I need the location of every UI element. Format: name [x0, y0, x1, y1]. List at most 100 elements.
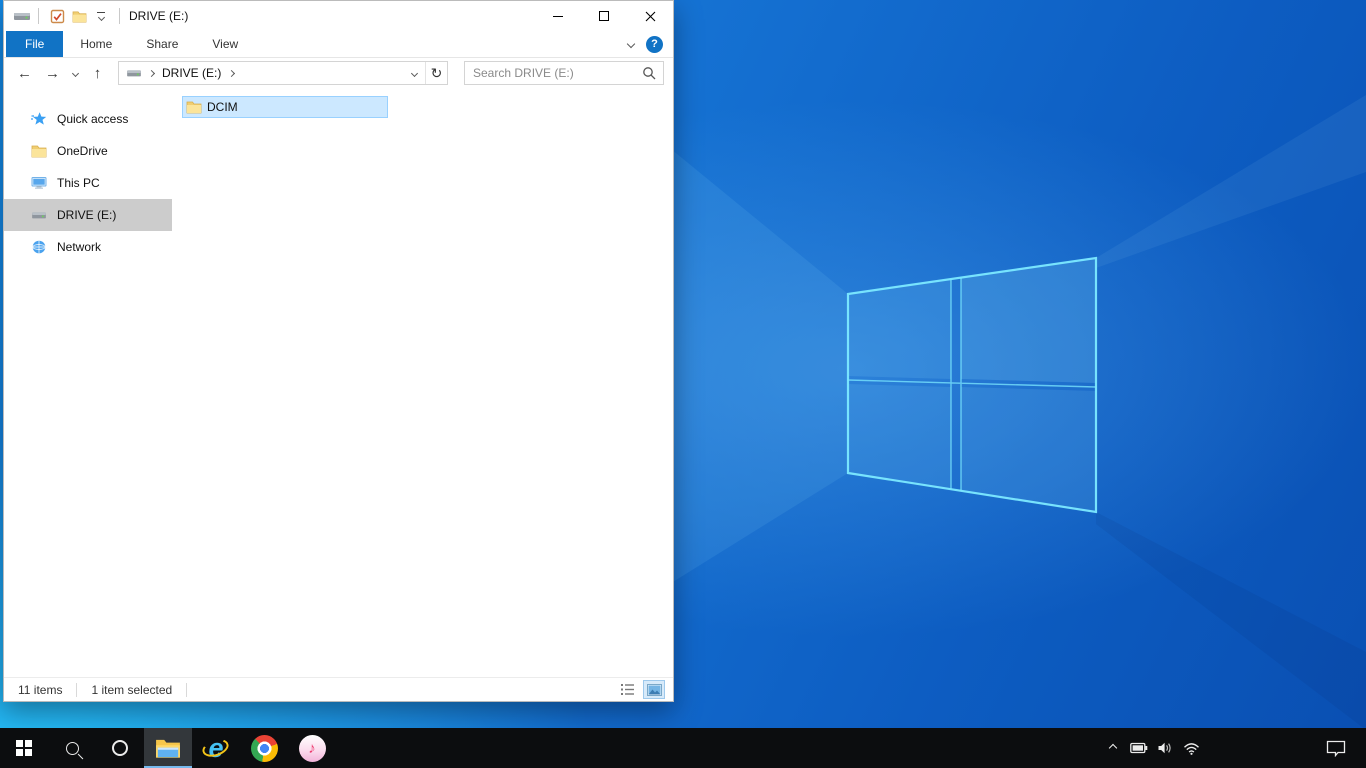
desktop: DRIVE (E:) File Home Share View ? ← → ↑ …: [0, 0, 1366, 768]
sidebar-item-onedrive[interactable]: OneDrive: [4, 135, 172, 167]
breadcrumb-chevron[interactable]: [147, 69, 156, 77]
internet-explorer-icon: e: [200, 734, 231, 762]
details-view-button[interactable]: [616, 680, 638, 699]
taskbar-chrome-button[interactable]: [240, 728, 288, 768]
chevron-down-icon: [410, 69, 418, 77]
up-button[interactable]: ↑: [85, 61, 110, 85]
status-separator: [186, 682, 188, 697]
battery-tray-button[interactable]: [1126, 728, 1152, 768]
window-controls: [535, 1, 673, 31]
titlebar-separator: [119, 8, 120, 24]
windows-logo-icon: [16, 740, 32, 756]
wifi-icon: [1183, 741, 1200, 755]
sidebar-item-network[interactable]: Network: [4, 231, 172, 263]
taskbar-file-explorer-button[interactable]: [144, 728, 192, 768]
drive-icon: [13, 9, 31, 23]
maximize-button[interactable]: [581, 1, 627, 31]
details-view-icon: [620, 683, 635, 696]
taskbar-itunes-button[interactable]: ♪: [288, 728, 336, 768]
chevron-down-icon: [71, 69, 79, 77]
selection-count: 1 item selected: [91, 682, 173, 697]
sidebar-item-drive-e[interactable]: DRIVE (E:): [4, 199, 172, 231]
close-icon: [645, 11, 656, 22]
sidebar-item-label: Network: [57, 240, 102, 254]
help-button[interactable]: ?: [646, 35, 663, 53]
search-icon: [65, 741, 79, 755]
file-explorer-icon: [155, 737, 181, 759]
system-tray: [1100, 728, 1366, 768]
taskbar: e ♪: [0, 728, 1366, 768]
show-hidden-icons-button[interactable]: [1100, 728, 1126, 768]
close-button[interactable]: [627, 1, 673, 31]
qat-properties-button[interactable]: [46, 4, 68, 28]
search-input[interactable]: [465, 66, 642, 80]
chevron-right-icon: [228, 69, 236, 77]
tab-home[interactable]: Home: [63, 31, 129, 57]
view-toggles: [616, 680, 665, 699]
chevron-up-icon: [1108, 743, 1118, 753]
title-bar: DRIVE (E:): [4, 1, 673, 31]
minimize-button[interactable]: [535, 1, 581, 31]
qat-new-folder-button[interactable]: [68, 4, 90, 28]
expand-ribbon-button[interactable]: [626, 39, 636, 49]
minimize-icon: [553, 15, 563, 17]
sidebar-item-this-pc[interactable]: This PC: [4, 167, 172, 199]
refresh-button[interactable]: ↻: [425, 62, 447, 84]
start-button[interactable]: [0, 728, 48, 768]
ribbon-tab-bar: File Home Share View ?: [4, 31, 673, 58]
qat-customize-chevron[interactable]: [90, 4, 112, 28]
tab-file[interactable]: File: [6, 31, 64, 57]
network-globe-icon: [31, 239, 47, 255]
cortana-icon: [112, 740, 128, 756]
properties-check-icon: [50, 9, 65, 24]
volume-tray-button[interactable]: [1152, 728, 1178, 768]
back-button[interactable]: ←: [12, 61, 37, 85]
forward-button[interactable]: →: [40, 61, 65, 85]
ribbon-right-controls: ?: [626, 31, 663, 57]
quick-access-star-icon: [31, 111, 47, 127]
breadcrumb-chevron[interactable]: [227, 69, 236, 77]
window-body: Quick access OneDrive This PC DRIVE (E:)…: [4, 88, 673, 677]
address-dropdown-button[interactable]: [403, 62, 425, 84]
maximize-icon: [599, 11, 609, 21]
navigation-pane: Quick access OneDrive This PC DRIVE (E:)…: [4, 88, 172, 677]
chevron-down-icon: [626, 39, 636, 49]
sidebar-item-label: DRIVE (E:): [57, 208, 117, 222]
thumbnail-view-button[interactable]: [643, 680, 665, 699]
speaker-icon: [1157, 741, 1173, 755]
search-icon[interactable]: [642, 66, 656, 80]
sidebar-item-label: This PC: [57, 176, 100, 190]
tab-view[interactable]: View: [195, 31, 255, 57]
taskbar-search-button[interactable]: [48, 728, 96, 768]
action-center-button[interactable]: [1312, 728, 1360, 768]
file-list: DCIM: [172, 88, 673, 677]
status-bar: 11 items 1 item selected: [4, 677, 673, 701]
action-center-icon: [1326, 740, 1346, 757]
itunes-icon: ♪: [298, 734, 326, 762]
monitor-icon: [31, 175, 47, 191]
cortana-button[interactable]: [96, 728, 144, 768]
sidebar-item-quick-access[interactable]: Quick access: [4, 103, 172, 135]
sidebar-item-label: Quick access: [57, 112, 129, 126]
tab-share[interactable]: Share: [129, 31, 195, 57]
window-title: DRIVE (E:): [129, 9, 189, 23]
ie-ring: [200, 736, 231, 760]
explorer-window: DRIVE (E:) File Home Share View ? ← → ↑ …: [3, 0, 674, 702]
folder-icon: [72, 10, 87, 23]
breadcrumb-drive-e[interactable]: DRIVE (E:): [156, 66, 227, 80]
file-name: DCIM: [207, 100, 238, 114]
folder-icon: [31, 144, 47, 158]
battery-icon: [1130, 742, 1148, 754]
sidebar-item-label: OneDrive: [57, 144, 108, 158]
address-bar[interactable]: DRIVE (E:) ↻: [118, 61, 448, 85]
chevron-down-icon: [93, 12, 109, 22]
thumbnail-view-icon: [646, 683, 662, 696]
recent-locations-button[interactable]: [68, 61, 82, 85]
chevron-right-icon: [147, 69, 156, 77]
music-note-icon: ♪: [308, 739, 316, 757]
folder-icon: [186, 100, 202, 114]
chrome-icon: [250, 734, 278, 762]
taskbar-internet-explorer-button[interactable]: e: [192, 728, 240, 768]
wifi-tray-button[interactable]: [1178, 728, 1204, 768]
file-item-dcim[interactable]: DCIM: [182, 96, 388, 118]
